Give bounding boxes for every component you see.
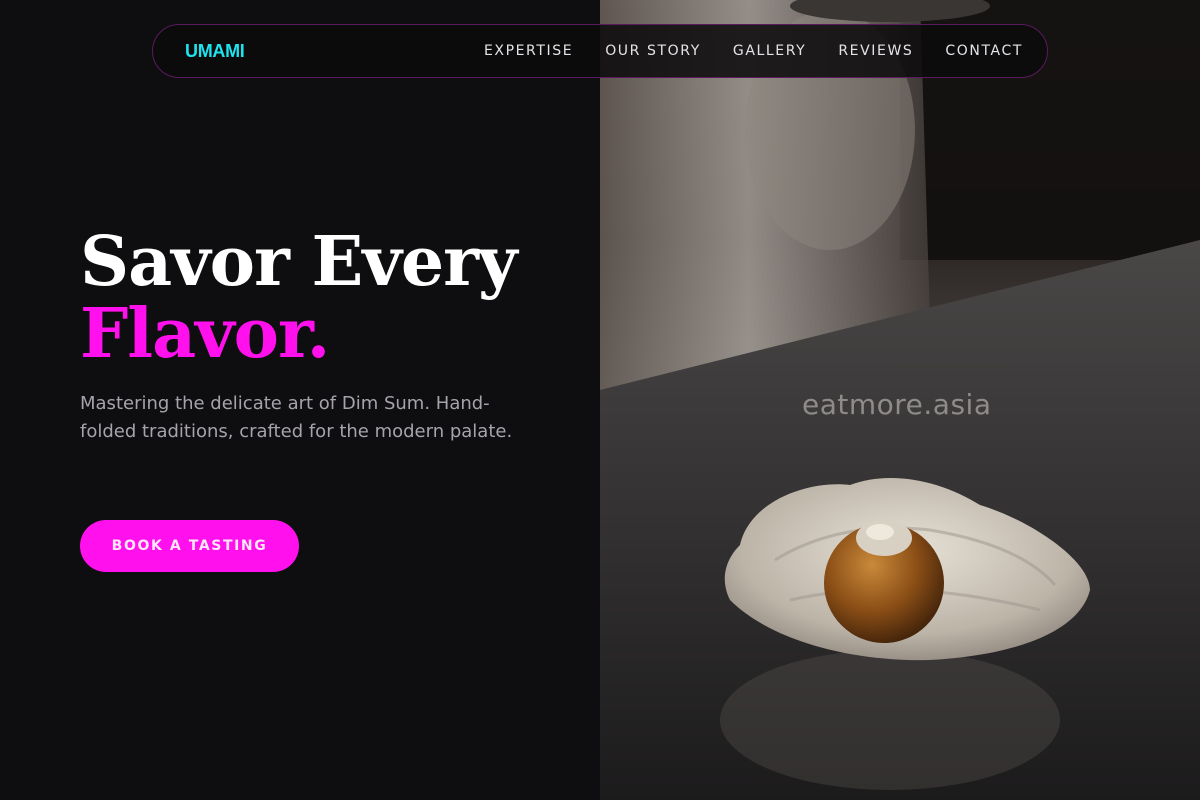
nav-link-expertise[interactable]: EXPERTISE <box>484 43 573 59</box>
book-tasting-button[interactable]: BOOK A TASTING <box>80 520 299 572</box>
nav-link-gallery[interactable]: GALLERY <box>733 43 806 59</box>
nav-link-reviews[interactable]: REVIEWS <box>838 43 913 59</box>
hero-section: Savor Every Flavor. Mastering the delica… <box>80 226 540 446</box>
headline-line-2-accent: Flavor. <box>80 294 330 374</box>
nav-link-contact[interactable]: CONTACT <box>945 43 1023 59</box>
landing-page: eatmore.asia UMAMI EXPERTISE OUR STORY G… <box>0 0 1200 800</box>
headline-line-1: Savor Every <box>80 222 517 302</box>
hero-headline: Savor Every Flavor. <box>80 226 540 370</box>
watermark-text: eatmore.asia <box>802 388 992 421</box>
brand-logo[interactable]: UMAMI <box>185 41 245 62</box>
nav-link-our-story[interactable]: OUR STORY <box>605 43 701 59</box>
hero-photo: eatmore.asia <box>600 0 1200 800</box>
nav-links: EXPERTISE OUR STORY GALLERY REVIEWS CONT… <box>484 43 1023 59</box>
hero-subtitle: Mastering the delicate art of Dim Sum. H… <box>80 393 513 442</box>
top-navbar: UMAMI EXPERTISE OUR STORY GALLERY REVIEW… <box>152 24 1048 78</box>
